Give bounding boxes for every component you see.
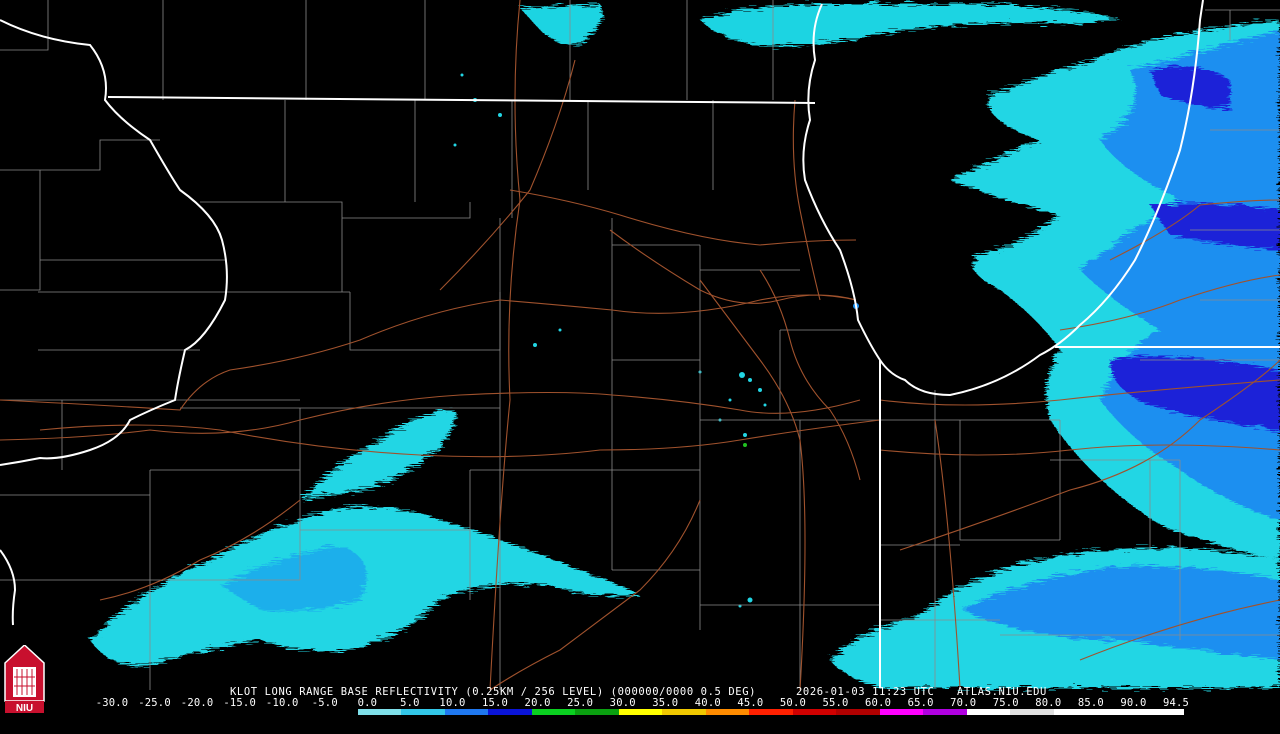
echo-spot-green <box>743 443 747 447</box>
colorbar-swatch <box>749 709 793 715</box>
colorbar-swatch <box>1097 709 1141 715</box>
colorbar-tick-label: -25.0 <box>138 697 171 709</box>
colorbar-swatch <box>531 709 576 715</box>
colorbar-tick-label: 94.5 <box>1162 697 1190 709</box>
colorbar-tick-label: -15.0 <box>223 697 256 709</box>
colorbar-tick-label: 90.0 <box>1120 697 1147 709</box>
colorbar-swatch <box>488 709 532 715</box>
colorbar-swatch <box>923 709 967 715</box>
colorbar-swatch <box>662 709 706 715</box>
colorbar-tick-label: 40.0 <box>694 697 721 709</box>
colorbar-swatch <box>1053 709 1098 715</box>
colorbar-swatch <box>618 709 663 715</box>
colorbar-swatch <box>140 709 184 715</box>
colorbar-tick-label: -30.0 <box>95 697 129 709</box>
colorbar-tick-label: 60.0 <box>865 697 892 709</box>
colorbar-tick-label: 80.0 <box>1035 697 1062 709</box>
colorbar-tick-label: 25.0 <box>567 697 594 709</box>
colorbar-swatch <box>879 709 924 715</box>
colorbar-swatch <box>227 709 271 715</box>
colorbar-swatch <box>401 709 445 715</box>
colorbar-tick-label: 75.0 <box>992 697 1019 709</box>
colorbar-tick-label: 65.0 <box>907 697 934 709</box>
colorbar <box>97 709 1185 715</box>
colorbar-tick-label: 45.0 <box>737 697 764 709</box>
colorbar-tick-label: 10.0 <box>439 697 466 709</box>
colorbar-tick-label: 50.0 <box>779 697 806 709</box>
radar-map <box>0 0 1280 720</box>
colorbar-tick-label: 85.0 <box>1077 697 1104 709</box>
colorbar-swatch <box>1140 709 1185 715</box>
colorbar-tick-label: 70.0 <box>950 697 977 709</box>
colorbar-tick-label: -10.0 <box>265 697 299 709</box>
colorbar-tick-label: 55.0 <box>822 697 849 709</box>
colorbar-tick-label: 30.0 <box>609 697 636 709</box>
colorbar-ticks: -30.0 -25.0 -20.0 -15.0 -10.0 -5.0 0.0 5.0 10.0 1… <box>0 697 1280 709</box>
colorbar-swatch <box>270 709 315 715</box>
colorbar-tick-label: -5.0 <box>311 697 338 709</box>
colorbar-swatch <box>314 709 358 715</box>
colorbar-tick-label: 15.0 <box>481 697 509 709</box>
colorbar-swatch <box>97 709 141 715</box>
colorbar-swatch <box>792 709 837 715</box>
colorbar-swatch <box>444 709 489 715</box>
colorbar-swatch <box>183 709 228 715</box>
colorbar-tick-label: 20.0 <box>524 697 551 709</box>
colorbar-swatch <box>966 709 1011 715</box>
colorbar-swatch <box>836 709 880 715</box>
colorbar-swatch <box>705 709 750 715</box>
colorbar-tick-label: 5.0 <box>400 697 420 709</box>
colorbar-swatch <box>1010 709 1054 715</box>
colorbar-swatch <box>575 709 619 715</box>
colorbar-tick-label: 35.0 <box>652 697 679 709</box>
colorbar-tick-label: -20.0 <box>180 697 214 709</box>
colorbar-tick-label: 0.0 <box>357 697 378 709</box>
colorbar-swatch <box>357 709 402 715</box>
